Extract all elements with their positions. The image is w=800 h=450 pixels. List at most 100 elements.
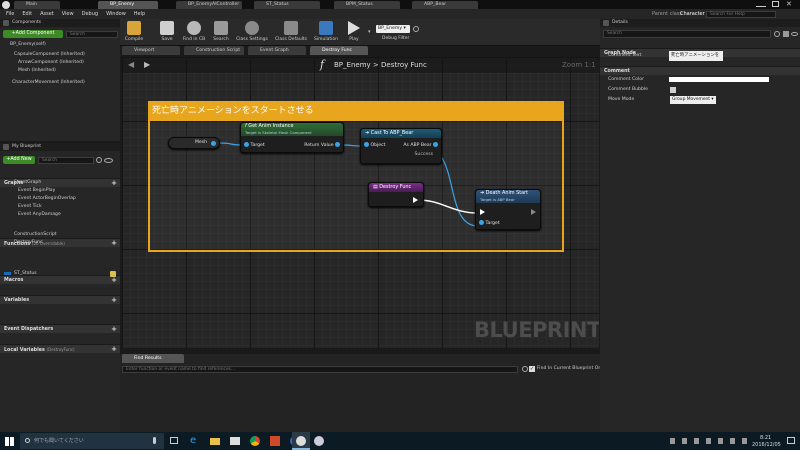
- play-button[interactable]: Play: [342, 20, 366, 45]
- find-references-input[interactable]: Enter function or event name to find ref…: [122, 366, 518, 373]
- window-tab-main[interactable]: Main: [14, 1, 60, 9]
- cast-as-pin[interactable]: As ABP Bear: [403, 142, 438, 149]
- window-tab-bp-enemy[interactable]: BP_Enemy: [98, 1, 158, 9]
- tab-event-graph[interactable]: Event Graph: [248, 46, 306, 55]
- minimize-button[interactable]: [756, 2, 766, 7]
- cast-success-pin[interactable]: Success: [415, 152, 434, 158]
- find-current-blueprint-checkbox[interactable]: ✓: [529, 366, 535, 372]
- menu-help[interactable]: Help: [134, 11, 145, 17]
- details-search-icon[interactable]: [774, 31, 780, 37]
- component-mesh[interactable]: Mesh (Inherited): [0, 67, 56, 75]
- menu-edit[interactable]: Edit: [22, 11, 32, 17]
- class-defaults-button[interactable]: Class Defaults: [272, 20, 310, 45]
- blueprint-graph[interactable]: ◀ ▶ f BP_Enemy > Destroy Func Zoom 1:1 B…: [122, 57, 599, 348]
- mesh-variable-node[interactable]: Mesh: [168, 137, 220, 149]
- death-anim-exec-out-pin[interactable]: [531, 209, 536, 215]
- event-begin-play[interactable]: Event BeginPlay: [0, 187, 55, 195]
- tab-destroy-func[interactable]: Destroy Func: [310, 46, 368, 55]
- help-search-input[interactable]: Search For Help: [706, 11, 776, 18]
- class-settings-button[interactable]: Class Settings: [234, 20, 270, 45]
- event-tick[interactable]: Event Tick: [0, 203, 42, 211]
- event-dispatchers-section[interactable]: Event Dispatchers +: [0, 324, 120, 333]
- comment-section[interactable]: Comment: [600, 66, 800, 75]
- get-anim-return-pin[interactable]: Return Value: [304, 142, 340, 149]
- window-tab-bpm-status[interactable]: BPM_Status: [334, 1, 400, 9]
- comment-text-field[interactable]: 死亡時アニメーションを: [669, 51, 723, 61]
- microphone-icon[interactable]: [153, 437, 156, 444]
- cast-to-abp-bear-node[interactable]: ➜ Cast To ABP_Bear Object As ABP Bear Su…: [360, 128, 442, 164]
- component-capsule[interactable]: CapsuleComponent (Inherited): [0, 51, 85, 59]
- close-button[interactable]: ✕: [786, 0, 796, 8]
- window-tab-st-status[interactable]: ST_Status: [254, 1, 320, 9]
- app-icon[interactable]: [270, 436, 280, 446]
- move-mode-select[interactable]: Group Movement ▾: [670, 96, 716, 104]
- tab-construction-script[interactable]: Construction Script: [184, 46, 244, 55]
- component-self[interactable]: BP_Enemy(self): [0, 41, 46, 49]
- component-character-movement[interactable]: CharacterMovement (Inherited): [0, 79, 85, 87]
- details-grid-icon[interactable]: [783, 31, 789, 37]
- cast-object-pin[interactable]: Object: [364, 142, 385, 149]
- menu-view[interactable]: View: [62, 11, 74, 17]
- debug-filter-select[interactable]: BP_Enemy ▾: [376, 25, 410, 33]
- add-new-button[interactable]: +Add New: [3, 156, 35, 164]
- menu-window[interactable]: Window: [106, 11, 126, 17]
- notifications-icon[interactable]: [787, 437, 795, 444]
- find-results-tab[interactable]: Find Results: [122, 354, 184, 363]
- find-search-icon[interactable]: [522, 366, 528, 372]
- blueprint-search-input[interactable]: Search: [38, 157, 94, 164]
- clock-date[interactable]: 2016/12/05: [752, 442, 781, 448]
- system-tray-icons[interactable]: [670, 438, 750, 444]
- parent-class-value[interactable]: Character: [680, 9, 705, 19]
- edge-icon[interactable]: e: [190, 436, 200, 446]
- mesh-output-pin[interactable]: [211, 141, 216, 146]
- maximize-button[interactable]: [772, 1, 779, 7]
- comment-header[interactable]: 死亡時アニメーションをスタートさせる: [150, 103, 562, 121]
- save-button[interactable]: Save: [156, 20, 178, 45]
- store-icon[interactable]: [230, 437, 240, 445]
- event-actor-begin-overlap[interactable]: Event ActorBeginOverlap: [0, 195, 76, 203]
- destroy-func-exec-out-pin[interactable]: [413, 197, 418, 203]
- get-anim-target-pin[interactable]: Target: [244, 142, 265, 149]
- tab-viewport[interactable]: Viewport: [122, 46, 180, 55]
- function-construction-script[interactable]: ConstructionScript: [0, 231, 57, 239]
- variables-section[interactable]: Variables +: [0, 295, 120, 304]
- get-anim-instance-node[interactable]: f Get Anim Instance Target is Skeletal M…: [240, 122, 344, 153]
- components-search-input[interactable]: Search: [66, 31, 118, 38]
- window-tab-abp-bear[interactable]: ABP_Bear: [412, 1, 478, 9]
- function-destroy-func[interactable]: DestroyFunc: [0, 239, 43, 247]
- task-view-icon[interactable]: [170, 437, 178, 444]
- details-eye-icon[interactable]: [791, 32, 798, 36]
- clock-time[interactable]: 8:21: [760, 435, 771, 441]
- taskbar-search-box[interactable]: 何でも聞いてください: [20, 433, 164, 449]
- details-search-input[interactable]: Search: [603, 30, 771, 38]
- event-graph-item[interactable]: EventGraph: [0, 179, 41, 187]
- menu-debug[interactable]: Debug: [82, 11, 98, 17]
- back-arrow-icon[interactable]: ◀: [128, 60, 134, 69]
- menu-file[interactable]: File: [6, 11, 14, 17]
- comment-color-swatch[interactable]: [669, 77, 769, 82]
- file-explorer-icon[interactable]: [210, 438, 220, 445]
- find-in-cb-button[interactable]: Find in CB: [180, 20, 208, 45]
- death-anim-target-pin[interactable]: Target: [479, 220, 500, 227]
- simulation-button[interactable]: Simulation: [312, 20, 340, 45]
- event-any-damage[interactable]: Event AnyDamage: [0, 211, 61, 219]
- view-options-eye-icon[interactable]: [104, 158, 113, 163]
- window-tab-ai-controller[interactable]: BP_EnemyAIController: [176, 1, 242, 9]
- chrome-icon[interactable]: [250, 436, 260, 446]
- breadcrumb-root[interactable]: BP_Enemy: [334, 61, 371, 69]
- variable-visibility-icon[interactable]: [110, 271, 116, 277]
- search-icon[interactable]: [96, 157, 102, 163]
- steam-icon[interactable]: [314, 436, 324, 446]
- death-anim-exec-in-pin[interactable]: [480, 209, 485, 215]
- comment-bubble-checkbox[interactable]: [670, 87, 676, 93]
- menu-asset[interactable]: Asset: [40, 11, 54, 17]
- windows-start-icon[interactable]: [5, 437, 14, 446]
- destroy-func-entry-node[interactable]: ▤ Destroy Func: [368, 182, 424, 207]
- search-button[interactable]: Search: [210, 20, 232, 45]
- component-arrow[interactable]: ArrowComponent (Inherited): [0, 59, 84, 67]
- forward-arrow-icon[interactable]: ▶: [144, 60, 150, 69]
- debug-filter-search-icon[interactable]: [413, 26, 419, 32]
- death-anim-start-node[interactable]: ➜ Death Anim Start Target is ABP Bear Ta…: [475, 189, 541, 230]
- play-options-chevron-icon[interactable]: ▾: [368, 29, 371, 35]
- add-component-button[interactable]: +Add Component: [3, 30, 63, 38]
